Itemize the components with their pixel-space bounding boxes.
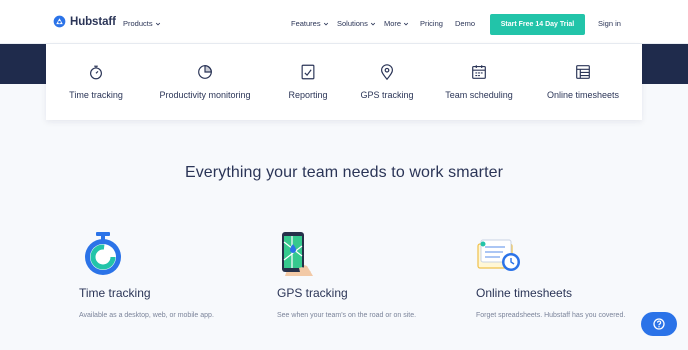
top-navigation-bar: Hubstaff Products Features Solutions Mor… (0, 0, 688, 44)
hubstaff-logo-icon (53, 15, 66, 28)
nav-features[interactable]: Features (291, 19, 329, 28)
nav-more[interactable]: More (384, 19, 409, 28)
nav-pricing-label: Pricing (420, 19, 443, 28)
product-gps-tracking[interactable]: GPS tracking (359, 63, 415, 100)
feature-title: GPS tracking (277, 286, 348, 300)
chevron-down-icon (323, 22, 328, 25)
report-icon (301, 64, 315, 80)
product-online-timesheets[interactable]: Online timesheets (544, 63, 622, 100)
product-reporting[interactable]: Reporting (284, 63, 332, 100)
feature-description: Forget spreadsheets. Hubstaff has you co… (476, 312, 626, 319)
help-icon (653, 318, 665, 330)
feature-online-timesheets: Online timesheets Forget spreadsheets. H… (476, 230, 626, 322)
feature-description: See when your team's on the road or on s… (277, 312, 417, 319)
map-pin-icon (381, 64, 393, 81)
products-card: Time tracking Productivity monitoring Re… (46, 44, 642, 120)
chevron-down-icon (370, 22, 375, 25)
chevron-down-icon (403, 22, 409, 25)
product-label: Online timesheets (546, 90, 620, 100)
feature-title: Time tracking (79, 286, 151, 300)
product-label: GPS tracking (360, 90, 414, 100)
product-productivity-monitoring[interactable]: Productivity monitoring (156, 63, 254, 100)
stopwatch-icon (90, 65, 102, 80)
sign-in-link[interactable]: Sign in (598, 19, 621, 28)
products-menu[interactable]: Products (123, 19, 161, 28)
product-label: Productivity monitoring (159, 90, 251, 100)
chevron-down-icon (155, 22, 160, 25)
section-headline: Everything your team needs to work smart… (184, 164, 504, 181)
nav-solutions[interactable]: Solutions (337, 19, 376, 28)
sign-in-label: Sign in (598, 19, 621, 28)
feature-time-tracking: Time tracking Available as a desktop, we… (79, 230, 229, 322)
nav-features-label: Features (291, 19, 321, 28)
help-button[interactable] (641, 312, 677, 336)
nav-pricing[interactable]: Pricing (420, 19, 443, 28)
feature-gps-tracking: GPS tracking See when your team's on the… (277, 230, 427, 322)
product-label: Reporting (288, 90, 328, 100)
calendar-icon (472, 65, 486, 79)
nav-demo[interactable]: Demo (455, 19, 475, 28)
product-label: Team scheduling (445, 90, 513, 100)
nav-demo-label: Demo (455, 19, 476, 28)
feature-title: Online timesheets (476, 286, 573, 300)
product-time-tracking[interactable]: Time tracking (68, 63, 124, 100)
logo-text: Hubstaff (70, 15, 116, 28)
gauge-icon (198, 65, 212, 79)
hubstaff-logo[interactable]: Hubstaff (53, 15, 116, 28)
stopwatch-icon (85, 232, 121, 275)
feature-description: Available as a desktop, web, or mobile a… (79, 312, 214, 319)
nav-solutions-label: Solutions (337, 19, 368, 28)
product-team-scheduling[interactable]: Team scheduling (444, 63, 514, 100)
timesheet-icon (477, 239, 520, 271)
phone-map-icon (282, 232, 313, 276)
products-menu-label: Products (123, 19, 153, 28)
nav-more-label: More (384, 19, 402, 28)
start-free-trial-button[interactable]: Start Free 14 Day Trial (490, 14, 585, 35)
product-label: Time tracking (69, 90, 123, 100)
timesheet-icon (576, 65, 590, 79)
